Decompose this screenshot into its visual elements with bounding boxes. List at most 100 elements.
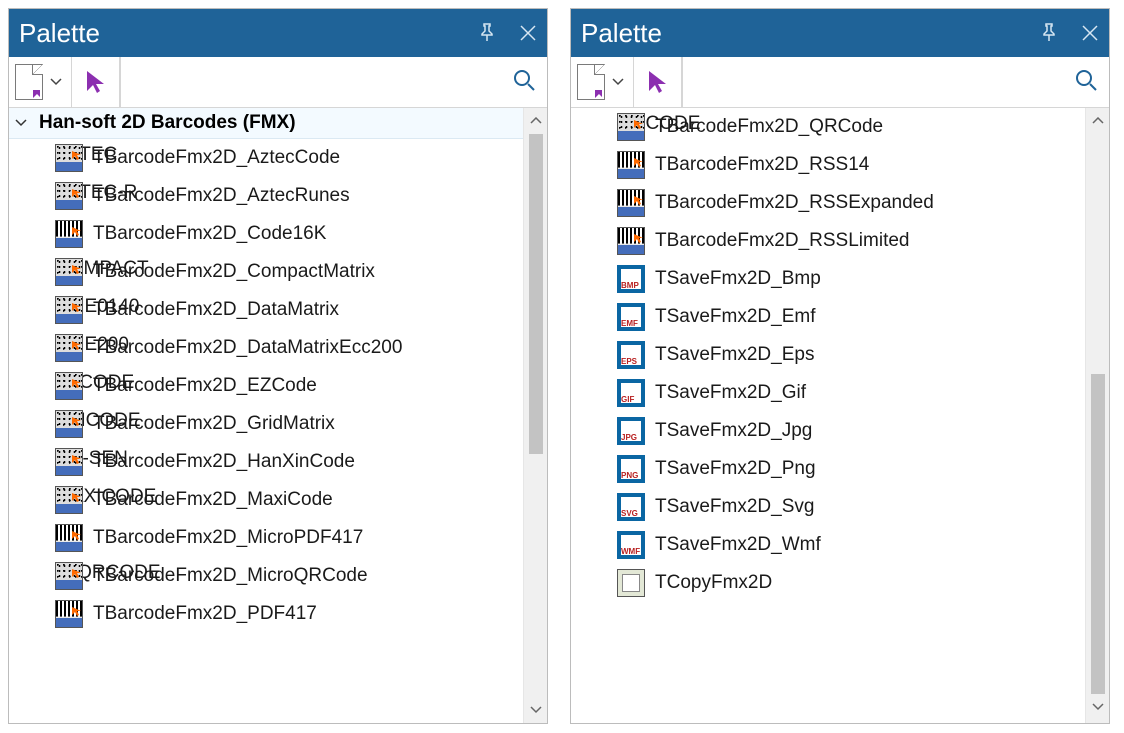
category-label: Han-soft 2D Barcodes (FMX) xyxy=(39,112,296,134)
palette-item-label: TCopyFmx2D xyxy=(655,572,772,594)
palette-item[interactable]: TCopyFmx2D xyxy=(571,564,1085,602)
save-format-icon: EPS xyxy=(617,341,645,369)
search-icon[interactable] xyxy=(511,67,539,98)
scrollbar[interactable] xyxy=(523,108,547,723)
component-icon: RSS-LIM xyxy=(617,227,645,255)
palette-panel-left: Palette xyxy=(8,8,548,724)
close-icon[interactable] xyxy=(519,18,537,49)
component-icon: QRCODE xyxy=(617,113,645,141)
new-file-dropdown[interactable] xyxy=(9,57,72,107)
save-format-icon: SVG xyxy=(617,493,645,521)
chevron-down-icon xyxy=(47,73,65,91)
scroll-up-icon[interactable] xyxy=(524,110,547,132)
palette-item[interactable]: GIF TSaveFmx2D_Gif xyxy=(571,374,1085,412)
palette-item[interactable]: PNGTSaveFmx2D_Png xyxy=(571,450,1085,488)
palette-item-label: TSaveFmx2D_Bmp xyxy=(655,268,821,290)
pin-icon[interactable] xyxy=(1039,18,1059,49)
palette-item[interactable]: PDF417 TBarcodeFmx2D_PDF417 xyxy=(9,595,523,633)
palette-item-label: TBarcodeFmx2D_Code16K xyxy=(93,223,326,245)
palette-item-label: TSaveFmx2D_Wmf xyxy=(655,534,821,556)
save-format-icon: EMF xyxy=(617,303,645,331)
palette-item-label: TSaveFmx2D_Svg xyxy=(655,496,814,518)
palette-item-label: TSaveFmx2D_Emf xyxy=(655,306,815,328)
palette-item-label: TBarcodeFmx2D_AztecCode xyxy=(93,147,340,169)
titlebar: Palette xyxy=(9,9,547,57)
component-icon: CN-SEN xyxy=(55,448,83,476)
search-icon[interactable] xyxy=(1073,67,1101,98)
save-format-icon: GIF xyxy=(617,379,645,407)
save-format-icon: BMP xyxy=(617,265,645,293)
palette-item-label: TBarcodeFmx2D_RSS14 xyxy=(655,154,869,176)
scroll-thumb[interactable] xyxy=(1091,374,1105,694)
palette-item[interactable]: DME0140TBarcodeFmx2D_DataMatrix xyxy=(9,291,523,329)
component-icon: COMPACT xyxy=(55,258,83,286)
palette-item-label: TSaveFmx2D_Jpg xyxy=(655,420,812,442)
panel-title: Palette xyxy=(581,18,1039,49)
new-file-dropdown[interactable] xyxy=(571,57,634,107)
palette-item[interactable]: COMPACTTBarcodeFmx2D_CompactMatrix xyxy=(9,253,523,291)
component-icon: RSS-ExP xyxy=(617,189,645,217)
scroll-down-icon[interactable] xyxy=(1086,696,1109,718)
search-input[interactable] xyxy=(691,62,1073,102)
palette-item[interactable]: CODE16K TBarcodeFmx2D_Code16K xyxy=(9,215,523,253)
palette-item[interactable]: RSS-14 TBarcodeFmx2D_RSS14 xyxy=(571,146,1085,184)
palette-item[interactable]: SVG TSaveFmx2D_Svg xyxy=(571,488,1085,526)
pin-icon[interactable] xyxy=(477,18,497,49)
component-icon: M-QRCODE xyxy=(55,562,83,590)
clipboard-icon xyxy=(617,569,645,597)
palette-item[interactable]: BMP TSaveFmx2D_Bmp xyxy=(571,260,1085,298)
palette-item[interactable]: AZTEC-RTBarcodeFmx2D_AztecRunes xyxy=(9,177,523,215)
palette-item[interactable]: RSS-ExP TBarcodeFmx2D_RSSExpanded xyxy=(571,184,1085,222)
toolbar xyxy=(9,57,547,108)
scroll-thumb[interactable] xyxy=(529,134,543,454)
palette-item[interactable]: EZCODETBarcodeFmx2D_EZCode xyxy=(9,367,523,405)
component-icon: PDF417 xyxy=(55,600,83,628)
save-format-icon: PNG xyxy=(617,455,645,483)
palette-item[interactable]: DME200TBarcodeFmx2D_DataMatrixEcc200 xyxy=(9,329,523,367)
component-list: QRCODETBarcodeFmx2D_QRCode RSS-14 TBarcode… xyxy=(571,108,1085,723)
palette-item[interactable]: EPSTSaveFmx2D_Eps xyxy=(571,336,1085,374)
palette-item[interactable]: MAXICODETBarcodeFmx2D_MaxiCode xyxy=(9,481,523,519)
palette-item-label: TBarcodeFmx2D_PDF417 xyxy=(93,603,317,625)
palette-item[interactable]: QRCODETBarcodeFmx2D_QRCode xyxy=(571,108,1085,146)
component-icon: DME0140 xyxy=(55,296,83,324)
scrollbar[interactable] xyxy=(1085,108,1109,723)
component-icon: MAXICODE xyxy=(55,486,83,514)
search-bar xyxy=(120,57,547,107)
palette-item[interactable]: JPG TSaveFmx2D_Jpg xyxy=(571,412,1085,450)
palette-item[interactable]: AZTEC TBarcodeFmx2D_AztecCode xyxy=(9,139,523,177)
palette-item[interactable]: CN-SEN TBarcodeFmx2D_HanXinCode xyxy=(9,443,523,481)
scroll-down-icon[interactable] xyxy=(524,699,547,721)
search-bar xyxy=(682,57,1109,107)
component-icon: DME200 xyxy=(55,334,83,362)
palette-item-label: TBarcodeFmx2D_RSSLimited xyxy=(655,230,909,252)
scroll-up-icon[interactable] xyxy=(1086,110,1109,132)
toolbar xyxy=(571,57,1109,108)
component-icon: GMCODE xyxy=(55,410,83,438)
palette-item[interactable]: RSS-LIM TBarcodeFmx2D_RSSLimited xyxy=(571,222,1085,260)
titlebar: Palette xyxy=(571,9,1109,57)
pointer-tool-button[interactable] xyxy=(634,57,682,107)
palette-item[interactable]: M-QRCODETBarcodeFmx2D_MicroQRCode xyxy=(9,557,523,595)
category-header[interactable]: Han-soft 2D Barcodes (FMX) xyxy=(9,108,523,139)
component-icon: EZCODE xyxy=(55,372,83,400)
search-input[interactable] xyxy=(129,62,511,102)
palette-item-label: TSaveFmx2D_Gif xyxy=(655,382,806,404)
palette-item[interactable]: WMFTSaveFmx2D_Wmf xyxy=(571,526,1085,564)
panel-title: Palette xyxy=(19,18,477,49)
component-icon: AZTEC-R xyxy=(55,182,83,210)
component-icon: CODE16K xyxy=(55,220,83,248)
palette-item[interactable]: EMF TSaveFmx2D_Emf xyxy=(571,298,1085,336)
palette-item[interactable]: MPDF417TBarcodeFmx2D_MicroPDF417 xyxy=(9,519,523,557)
component-icon: AZTEC xyxy=(55,144,83,172)
palette-item-label: TBarcodeFmx2D_RSSExpanded xyxy=(655,192,934,214)
save-format-icon: JPG xyxy=(617,417,645,445)
pointer-tool-button[interactable] xyxy=(72,57,120,107)
component-icon: RSS-14 xyxy=(617,151,645,179)
palette-item[interactable]: GMCODETBarcodeFmx2D_GridMatrix xyxy=(9,405,523,443)
palette-item-label: TBarcodeFmx2D_HanXinCode xyxy=(93,451,355,473)
palette-panel-right: Palette xyxy=(570,8,1110,724)
component-list: Han-soft 2D Barcodes (FMX) AZTEC TBarcode… xyxy=(9,108,523,723)
close-icon[interactable] xyxy=(1081,18,1099,49)
chevron-down-icon xyxy=(15,115,31,131)
